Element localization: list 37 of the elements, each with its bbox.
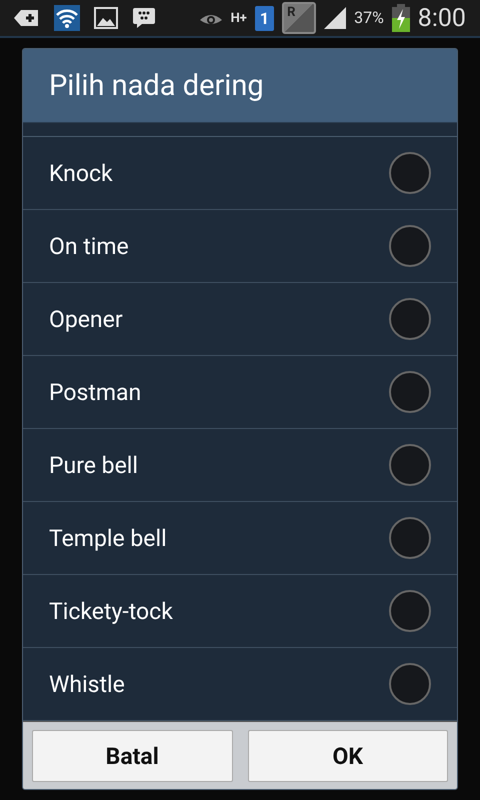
radio-button[interactable]: [389, 590, 431, 632]
ringtone-label: Postman: [49, 378, 142, 406]
radio-button[interactable]: [389, 225, 431, 267]
radio-button[interactable]: [389, 152, 431, 194]
sim-card-badge: 1: [254, 6, 274, 30]
ringtone-label: Whistle: [49, 670, 125, 698]
radio-button[interactable]: [389, 298, 431, 340]
ringtone-option[interactable]: On time: [23, 210, 457, 283]
ringtone-option[interactable]: Postman: [23, 356, 457, 429]
radio-button[interactable]: [389, 517, 431, 559]
dialog-title: Pilih nada dering: [23, 49, 457, 123]
clock: 8:00: [418, 6, 466, 30]
ringtone-option[interactable]: Pure bell: [23, 429, 457, 502]
ringtone-option[interactable]: Knock: [23, 137, 457, 210]
ringtone-option[interactable]: Opener: [23, 283, 457, 356]
image-icon: [94, 7, 118, 29]
radio-button[interactable]: [389, 663, 431, 705]
ringtone-option[interactable]: Tickety-tock: [23, 575, 457, 648]
ringtone-label: Tickety-tock: [49, 598, 173, 624]
ringtone-option[interactable]: Temple bell: [23, 502, 457, 575]
network-type-label: H+: [230, 12, 247, 24]
ringtone-label: Pure bell: [49, 452, 138, 478]
radio-button[interactable]: [389, 371, 431, 413]
roaming-signal-badge: R: [282, 2, 316, 34]
battery-charging-icon: [392, 4, 410, 32]
cancel-button[interactable]: Batal: [32, 730, 232, 782]
radio-button[interactable]: [389, 444, 431, 486]
ringtone-label: Knock: [49, 160, 113, 186]
wifi-icon: [54, 5, 80, 31]
ok-button[interactable]: OK: [248, 730, 448, 782]
tag-plus-icon: [14, 8, 40, 28]
ringtone-label: Opener: [49, 306, 123, 332]
chat-bubble-icon: [132, 7, 156, 29]
signal-icon: [324, 7, 346, 29]
ringtone-label: On time: [49, 232, 129, 260]
battery-percent: 37%: [354, 10, 384, 26]
ringtone-label: Temple bell: [49, 524, 167, 552]
